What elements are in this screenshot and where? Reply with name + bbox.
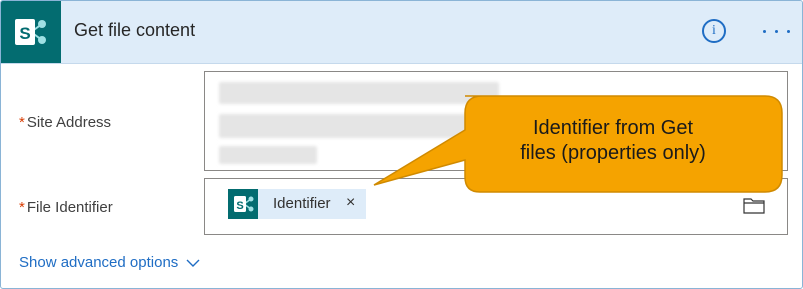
file-identifier-label: * File Identifier [19, 199, 113, 216]
callout-text: Identifier from Get files (properties on… [520, 117, 706, 164]
sharepoint-icon: S [228, 189, 258, 219]
action-title: Get file content [74, 20, 196, 40]
action-header[interactable]: S Get file content i [1, 1, 802, 64]
required-marker: * [19, 114, 25, 131]
redacted-text [219, 146, 317, 164]
show-advanced-options-link[interactable]: Show advanced options [19, 254, 200, 271]
advanced-label: Show advanced options [19, 254, 179, 271]
token-label: Identifier [273, 195, 331, 212]
identifier-token[interactable]: S Identifier × [228, 189, 366, 219]
required-marker: * [19, 199, 25, 216]
remove-token-icon[interactable]: × [346, 194, 355, 212]
chevron-down-icon [186, 259, 200, 268]
more-options-icon[interactable] [759, 23, 795, 41]
sharepoint-icon: S [1, 1, 61, 63]
site-address-label: * Site Address [19, 114, 111, 131]
svg-text:S: S [19, 24, 30, 43]
info-icon[interactable]: i [702, 19, 726, 43]
site-address-label-text: Site Address [26, 114, 112, 131]
svg-text:S: S [236, 200, 243, 212]
file-identifier-label-text: File Identifier [26, 199, 113, 216]
